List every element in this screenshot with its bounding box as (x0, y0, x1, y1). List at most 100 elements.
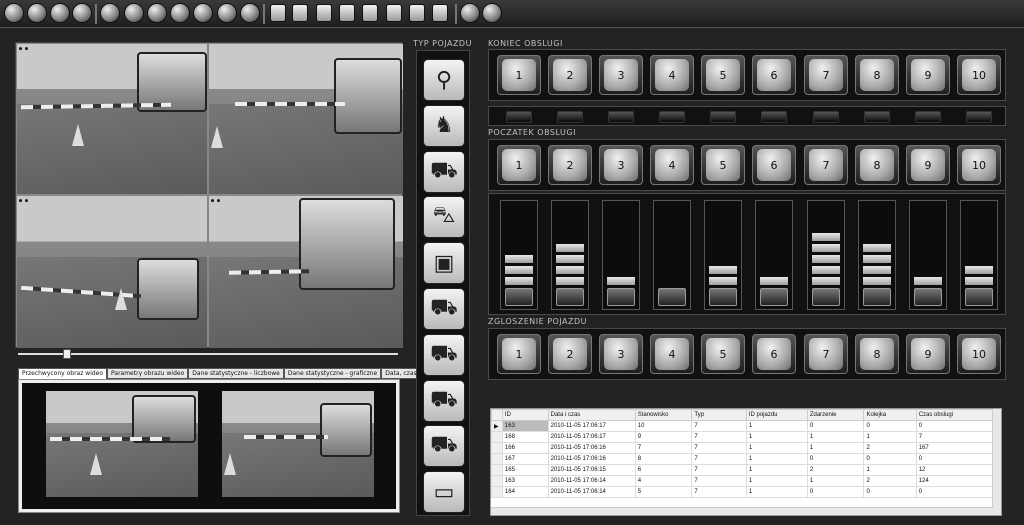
camera-view-1[interactable]: ● ● (17, 44, 207, 194)
table-row[interactable]: 165 2010-11-05 17:06:15 6 7 1 2 1 12 (491, 464, 994, 476)
vehicle-request-button-6[interactable]: 6 (752, 334, 796, 374)
table-cell: 7 (691, 486, 747, 498)
start-service-button-6[interactable]: 6 (752, 145, 796, 185)
end-service-button-4[interactable]: 4 (650, 55, 694, 95)
vehicle-request-button-3[interactable]: 3 (599, 334, 643, 374)
vehicle-request-button-5[interactable]: 5 (701, 334, 745, 374)
vehicle-request-button-8[interactable]: 8 (855, 334, 899, 374)
table-row[interactable]: ▶ 163 2010-11-05 17:06:17 10 7 1 0 0 0 (491, 420, 994, 432)
start-service-button-9[interactable]: 9 (906, 145, 950, 185)
vehicle-request-button-4[interactable]: 4 (650, 334, 694, 374)
tab-3[interactable]: Dane statystyczne - liczbowe (188, 368, 284, 379)
toolbar-button-21[interactable] (432, 4, 448, 22)
start-service-panel: 1 2 3 4 5 6 7 8 9 10 (488, 139, 1006, 191)
table-row[interactable]: 166 2010-11-05 17:06:16 7 7 1 1 2 167 (491, 442, 994, 454)
tab-2[interactable]: Parametry obrazu wideo (107, 368, 189, 379)
toolbar-button-8[interactable] (147, 3, 167, 23)
horizontal-scrollbar[interactable] (491, 507, 994, 515)
toolbar-button-6[interactable] (100, 3, 120, 23)
vehicle-type-button-2[interactable]: ♞ (423, 104, 465, 147)
table-row[interactable]: 164 2010-11-05 17:06:14 5 7 1 0 0 0 (491, 486, 994, 498)
toolbar-button-10[interactable] (193, 3, 213, 23)
toolbar-button-23[interactable] (460, 3, 480, 23)
vehicle-type-button-3[interactable]: ⛟ (423, 150, 465, 193)
camera-view-2[interactable] (209, 44, 403, 194)
toolbar-button-14[interactable] (270, 4, 286, 22)
end-service-button-8[interactable]: 8 (855, 55, 899, 95)
toolbar-button-18[interactable] (362, 4, 378, 22)
toolbar-button-3[interactable] (50, 3, 70, 23)
vehicle-type-button-8[interactable]: ⛟ (423, 379, 465, 422)
toolbar-button-15[interactable] (292, 4, 308, 22)
start-service-button-8[interactable]: 8 (855, 145, 899, 185)
vehicle-type-button-4[interactable]: ⛍ (423, 196, 465, 239)
meter-segment (812, 244, 840, 252)
toolbar (0, 0, 1024, 28)
toolbar-separator (455, 4, 457, 24)
table-row[interactable]: 167 2010-11-05 17:06:16 8 7 1 0 0 0 (491, 453, 994, 465)
end-service-button-3[interactable]: 3 (599, 55, 643, 95)
vehicle-type-button-5[interactable]: ▣ (423, 242, 465, 285)
start-service-button-10[interactable]: 10 (957, 145, 1001, 185)
start-service-button-2[interactable]: 2 (548, 145, 592, 185)
toolbar-button-9[interactable] (170, 3, 190, 23)
table-cell: 0 (915, 486, 994, 498)
toolbar-button-24[interactable] (482, 3, 502, 23)
start-service-button-1[interactable]: 1 (497, 145, 541, 185)
queue-meter-6 (755, 200, 793, 310)
end-service-button-1[interactable]: 1 (497, 55, 541, 95)
video-slider[interactable] (18, 349, 398, 359)
vehicle-request-button-1[interactable]: 1 (497, 334, 541, 374)
toolbar-button-12[interactable] (240, 3, 260, 23)
column-header-3[interactable]: Stanowisko (634, 409, 693, 421)
meter-segment (556, 277, 584, 285)
slider-thumb[interactable] (62, 349, 71, 359)
vertical-scrollbar[interactable] (992, 409, 1001, 515)
vehicle-type-column: ⚲ ♞ ⛟ ⛍ ▣ ⛟ ⛟ ⛟ ⛟ ▭ (416, 50, 470, 516)
end-service-button-6[interactable]: 6 (752, 55, 796, 95)
column-header-6[interactable]: Zdarzenie (806, 409, 865, 421)
column-header-4[interactable]: Typ (691, 409, 747, 421)
captured-frame-2[interactable] (222, 391, 374, 497)
toolbar-button-11[interactable] (217, 3, 237, 23)
captured-frame-1[interactable] (46, 391, 198, 497)
camera-view-4[interactable]: ● ● (209, 196, 403, 348)
toolbar-button-7[interactable] (124, 3, 144, 23)
toolbar-button-20[interactable] (409, 4, 425, 22)
column-header-1[interactable]: ID (501, 409, 549, 421)
end-service-button-10[interactable]: 10 (957, 55, 1001, 95)
start-service-button-7[interactable]: 7 (804, 145, 848, 185)
vehicle-request-button-9[interactable]: 9 (906, 334, 950, 374)
table-cell: 1 (745, 486, 808, 498)
end-service-button-7[interactable]: 7 (804, 55, 848, 95)
column-header-7[interactable]: Kolejka (863, 409, 917, 421)
toolbar-button-16[interactable] (316, 4, 332, 22)
start-service-button-5[interactable]: 5 (701, 145, 745, 185)
camera-view-3[interactable]: ● ● (17, 196, 207, 348)
start-service-button-4[interactable]: 4 (650, 145, 694, 185)
toolbar-button-1[interactable] (4, 3, 24, 23)
end-service-button-2[interactable]: 2 (548, 55, 592, 95)
vehicle-type-button-1[interactable]: ⚲ (423, 59, 465, 101)
table-row[interactable]: 163 2010-11-05 17:06:14 4 7 1 1 2 124 (491, 475, 994, 487)
vehicle-request-button-10[interactable]: 10 (957, 334, 1001, 374)
end-service-button-5[interactable]: 5 (701, 55, 745, 95)
vehicle-request-button-2[interactable]: 2 (548, 334, 592, 374)
tab-4[interactable]: Dane statystyczne - graficzne (283, 368, 382, 379)
vehicle-type-button-10[interactable]: ▭ (423, 471, 465, 514)
vehicle-type-button-7[interactable]: ⛟ (423, 333, 465, 376)
vehicle-type-button-9[interactable]: ⛟ (423, 425, 465, 468)
vehicle-request-button-7[interactable]: 7 (804, 334, 848, 374)
column-header-8[interactable]: Czas obslugi (915, 409, 994, 421)
events-table[interactable]: ID Data i czas Stanowisko Typ ID pojazdu Zdar… (490, 408, 1002, 516)
table-row[interactable]: 168 2010-11-05 17:06:17 9 7 1 1 1 7 (491, 431, 994, 443)
start-service-button-3[interactable]: 3 (599, 145, 643, 185)
vehicle-type-button-6[interactable]: ⛟ (423, 288, 465, 330)
column-header-2[interactable]: Data i czas (547, 409, 636, 421)
toolbar-button-17[interactable] (339, 4, 355, 22)
column-header-5[interactable]: ID pojazdu (745, 409, 808, 421)
toolbar-button-19[interactable] (386, 4, 402, 22)
end-service-button-9[interactable]: 9 (906, 55, 950, 95)
toolbar-button-2[interactable] (27, 3, 47, 23)
toolbar-button-4[interactable] (72, 3, 92, 23)
